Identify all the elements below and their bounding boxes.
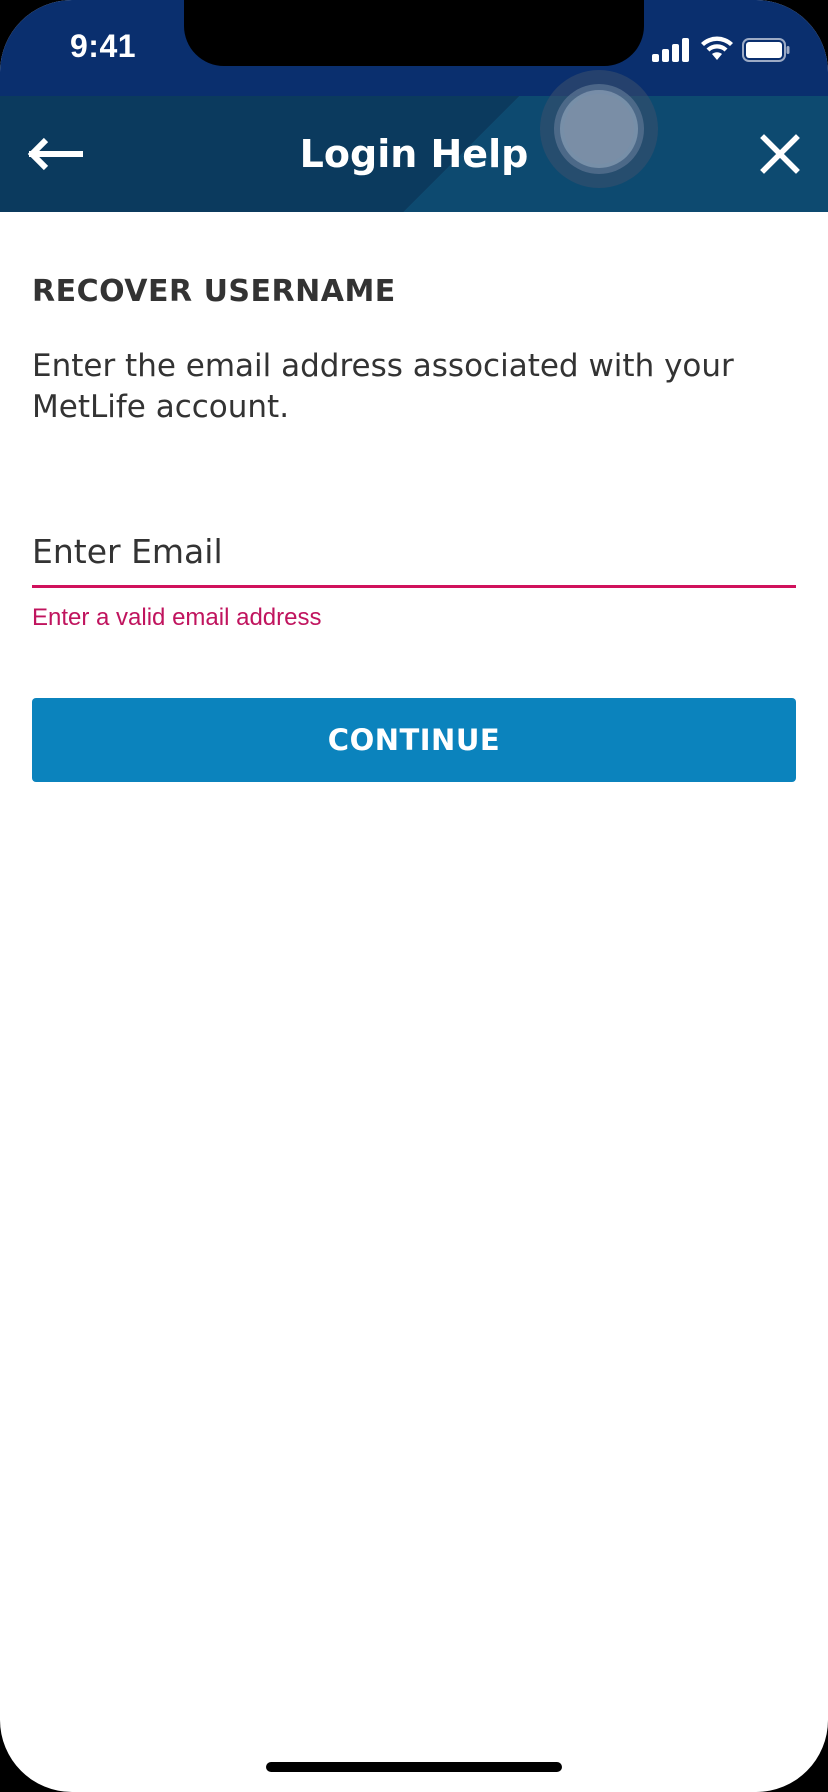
email-input[interactable] <box>32 518 796 588</box>
phone-screen: 9:41 Login Help RECOVER USERNAME Enter t… <box>0 0 828 1792</box>
wifi-icon <box>701 36 733 60</box>
notch <box>184 0 644 66</box>
instructions-text: Enter the email address associated with … <box>32 348 734 425</box>
battery-icon <box>742 38 790 62</box>
status-bar: 9:41 <box>0 0 828 96</box>
close-icon <box>760 134 800 174</box>
assistive-touch-button[interactable] <box>540 70 658 188</box>
app-header: Login Help <box>0 96 828 212</box>
email-error-message: Enter a valid email address <box>32 604 322 631</box>
arrow-left-icon <box>27 137 83 171</box>
section-title: RECOVER USERNAME <box>32 274 396 309</box>
status-time: 9:41 <box>70 28 137 64</box>
home-indicator[interactable] <box>266 1762 562 1772</box>
page-title: Login Help <box>299 132 529 176</box>
close-button[interactable] <box>750 126 810 182</box>
back-button[interactable] <box>24 126 88 182</box>
cellular-signal-icon <box>652 38 692 62</box>
continue-button[interactable]: CONTINUE <box>32 698 796 782</box>
assistive-touch-core <box>564 94 634 164</box>
